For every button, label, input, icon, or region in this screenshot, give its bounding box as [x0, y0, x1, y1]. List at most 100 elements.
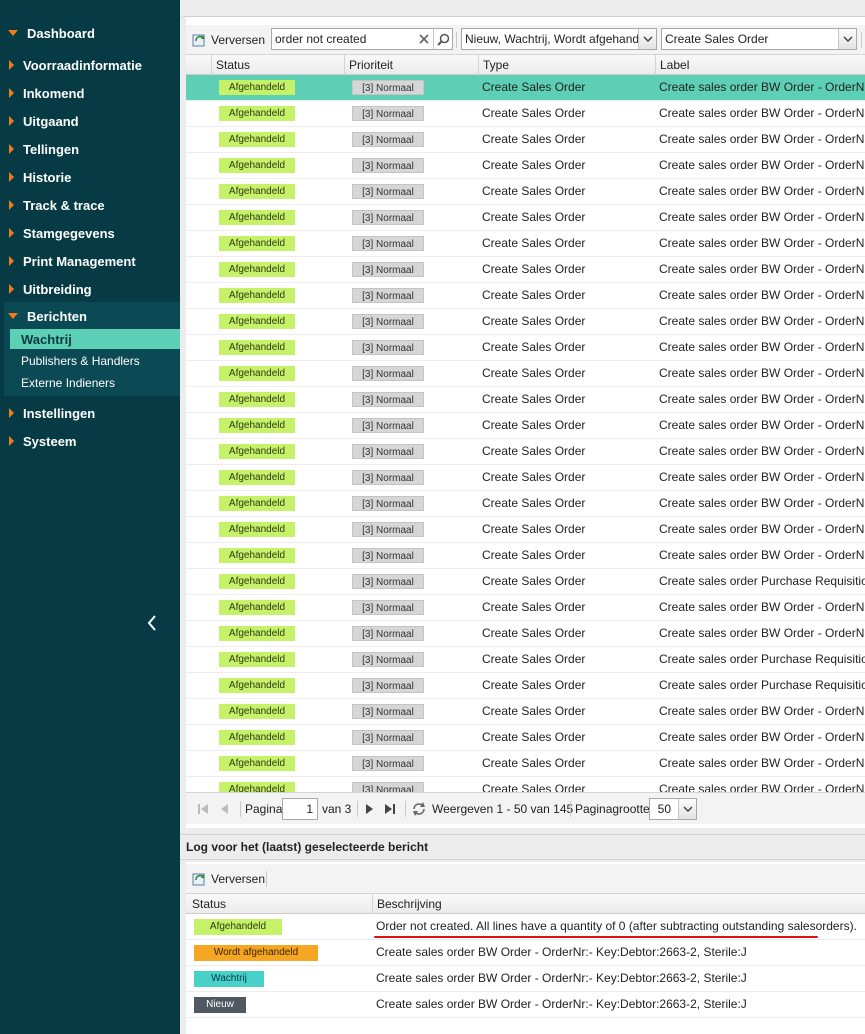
page-number-input[interactable]: 1 [282, 798, 318, 820]
log-row[interactable]: Nieuw Create sales order BW Order - Order… [186, 992, 865, 1018]
priority-badge: [3] Normaal [352, 158, 424, 173]
chevron-down-icon[interactable] [638, 29, 656, 49]
chevron-right-icon [9, 144, 14, 154]
log-row[interactable]: Afgehandeld Order not created. All lines … [186, 914, 865, 940]
table-row[interactable]: Afgehandeld [3] Normaal Create Sales Order… [186, 283, 865, 309]
chevron-down-icon[interactable] [678, 799, 696, 819]
label-cell: Create sales order BW Order - OrderNr:- … [659, 106, 865, 120]
table-row[interactable]: Afgehandeld [3] Normaal Create Sales Order… [186, 75, 865, 101]
log-toolbar: Verversen [186, 864, 865, 894]
table-row[interactable]: Afgehandeld [3] Normaal Create Sales Order… [186, 777, 865, 792]
table-row[interactable]: Afgehandeld [3] Normaal Create Sales Order… [186, 231, 865, 257]
status-badge: Afgehandeld [219, 678, 295, 693]
next-page-icon[interactable] [362, 802, 376, 819]
type-cell: Create Sales Order [482, 444, 586, 458]
log-column-header-beschrijving[interactable]: Beschrijving [372, 894, 865, 914]
nav-uitbreiding[interactable]: Uitbreiding [0, 278, 180, 300]
nav-track-trace[interactable]: Track & trace [0, 194, 180, 216]
table-row[interactable]: Afgehandeld [3] Normaal Create Sales Order… [186, 335, 865, 361]
label-cell: Create sales order BW Order - OrderNr:- … [659, 262, 865, 276]
log-row[interactable]: Wachtrij Create sales order BW Order - Or… [186, 966, 865, 992]
table-row[interactable]: Afgehandeld [3] Normaal Create Sales Order… [186, 465, 865, 491]
table-row[interactable]: Afgehandeld [3] Normaal Create Sales Order… [186, 595, 865, 621]
column-header-prioriteit[interactable]: Prioriteit [344, 55, 478, 75]
collapse-sidebar-icon[interactable] [144, 612, 162, 634]
toolbar-separator [357, 801, 358, 817]
table-row[interactable]: Afgehandeld [3] Normaal Create Sales Order… [186, 725, 865, 751]
log-row[interactable]: Wordt afgehandeld Create sales order BW O… [186, 940, 865, 966]
table-row[interactable]: Afgehandeld [3] Normaal Create Sales Order… [186, 543, 865, 569]
priority-badge: [3] Normaal [352, 548, 424, 563]
table-row[interactable]: Afgehandeld [3] Normaal Create Sales Order… [186, 517, 865, 543]
chevron-down-icon[interactable] [838, 29, 856, 49]
nav-uitgaand[interactable]: Uitgaand [0, 110, 180, 132]
table-row[interactable]: Afgehandeld [3] Normaal Create Sales Order… [186, 491, 865, 517]
search-icon[interactable] [433, 29, 452, 49]
table-row[interactable]: Afgehandeld [3] Normaal Create Sales Order… [186, 439, 865, 465]
refresh-button[interactable]: Verversen [192, 29, 265, 51]
table-row[interactable]: Afgehandeld [3] Normaal Create Sales Order… [186, 387, 865, 413]
status-filter-select[interactable]: Nieuw, Wachtrij, Wordt afgehandeld [461, 28, 657, 50]
log-column-header-status[interactable]: Status [186, 894, 372, 914]
table-row[interactable]: Afgehandeld [3] Normaal Create Sales Order… [186, 699, 865, 725]
table-row[interactable]: Afgehandeld [3] Normaal Create Sales Order… [186, 751, 865, 777]
nav-instellingen[interactable]: Instellingen [0, 402, 180, 424]
nav-inkomend[interactable]: Inkomend [0, 82, 180, 104]
page-label: Pagina [245, 802, 283, 816]
nav-label: Berichten [27, 308, 87, 324]
nav-dashboard[interactable]: Dashboard [0, 22, 180, 44]
nav-tellingen[interactable]: Tellingen [0, 138, 180, 160]
table-row[interactable]: Afgehandeld [3] Normaal Create Sales Order… [186, 153, 865, 179]
table-row[interactable]: Afgehandeld [3] Normaal Create Sales Order… [186, 361, 865, 387]
chevron-right-icon [9, 256, 14, 266]
label-cell: Create sales order BW Order - OrderNr:- … [659, 392, 865, 406]
label-cell: Create sales order BW Order - OrderNr:- … [659, 756, 865, 770]
table-row[interactable]: Afgehandeld [3] Normaal Create Sales Order… [186, 569, 865, 595]
pagesize-select[interactable]: 50 [649, 798, 697, 820]
table-row[interactable]: Afgehandeld [3] Normaal Create Sales Order… [186, 127, 865, 153]
clear-search-icon[interactable] [415, 29, 433, 49]
type-cell: Create Sales Order [482, 782, 586, 792]
chevron-right-icon [9, 172, 14, 182]
priority-badge: [3] Normaal [352, 444, 424, 459]
table-row[interactable]: Afgehandeld [3] Normaal Create Sales Order… [186, 413, 865, 439]
toolbar-separator [266, 871, 267, 887]
last-page-icon[interactable] [383, 802, 397, 819]
table-row[interactable]: Afgehandeld [3] Normaal Create Sales Order… [186, 101, 865, 127]
type-filter-select[interactable]: Create Sales Order [661, 28, 857, 50]
reload-icon[interactable] [411, 801, 427, 820]
nav-historie[interactable]: Historie [0, 166, 180, 188]
subnav-externe-indieners[interactable]: Externe Indieners [10, 373, 180, 393]
subnav-wachtrij[interactable]: Wachtrij [10, 329, 180, 349]
column-header-status[interactable]: Status [211, 55, 344, 75]
column-header-label[interactable]: Label [655, 55, 865, 75]
toolbar-separator [405, 801, 406, 817]
nav-systeem[interactable]: Systeem [0, 430, 180, 452]
label-cell: Create sales order BW Order - OrderNr:- … [659, 366, 865, 380]
nav-label: Inkomend [23, 85, 85, 101]
table-row[interactable]: Afgehandeld [3] Normaal Create Sales Order… [186, 179, 865, 205]
previous-page-icon[interactable] [218, 802, 232, 819]
nav-berichten[interactable]: Berichten [0, 305, 180, 327]
nav-label: Uitgaand [23, 113, 79, 129]
subnav-publishers-handlers[interactable]: Publishers & Handlers [10, 351, 180, 371]
label-cell: Create sales order BW Order - OrderNr:- … [659, 444, 865, 458]
priority-badge: [3] Normaal [352, 236, 424, 251]
table-row[interactable]: Afgehandeld [3] Normaal Create Sales Order… [186, 621, 865, 647]
status-badge: Afgehandeld [219, 574, 295, 589]
nav-stamgegevens[interactable]: Stamgegevens [0, 222, 180, 244]
type-filter-value: Create Sales Order [665, 32, 769, 46]
nav-print-management[interactable]: Print Management [0, 250, 180, 272]
table-row[interactable]: Afgehandeld [3] Normaal Create Sales Order… [186, 673, 865, 699]
toolbar-separator [861, 32, 862, 48]
column-header-type[interactable]: Type [478, 55, 655, 75]
first-page-icon[interactable] [196, 802, 210, 819]
type-cell: Create Sales Order [482, 730, 586, 744]
nav-voorraadinformatie[interactable]: Voorraadinformatie [0, 54, 180, 76]
table-row[interactable]: Afgehandeld [3] Normaal Create Sales Order… [186, 309, 865, 335]
table-row[interactable]: Afgehandeld [3] Normaal Create Sales Order… [186, 647, 865, 673]
table-row[interactable]: Afgehandeld [3] Normaal Create Sales Order… [186, 257, 865, 283]
log-grid-header: Status Beschrijving [186, 894, 865, 914]
log-refresh-button[interactable]: Verversen [192, 868, 265, 890]
table-row[interactable]: Afgehandeld [3] Normaal Create Sales Order… [186, 205, 865, 231]
